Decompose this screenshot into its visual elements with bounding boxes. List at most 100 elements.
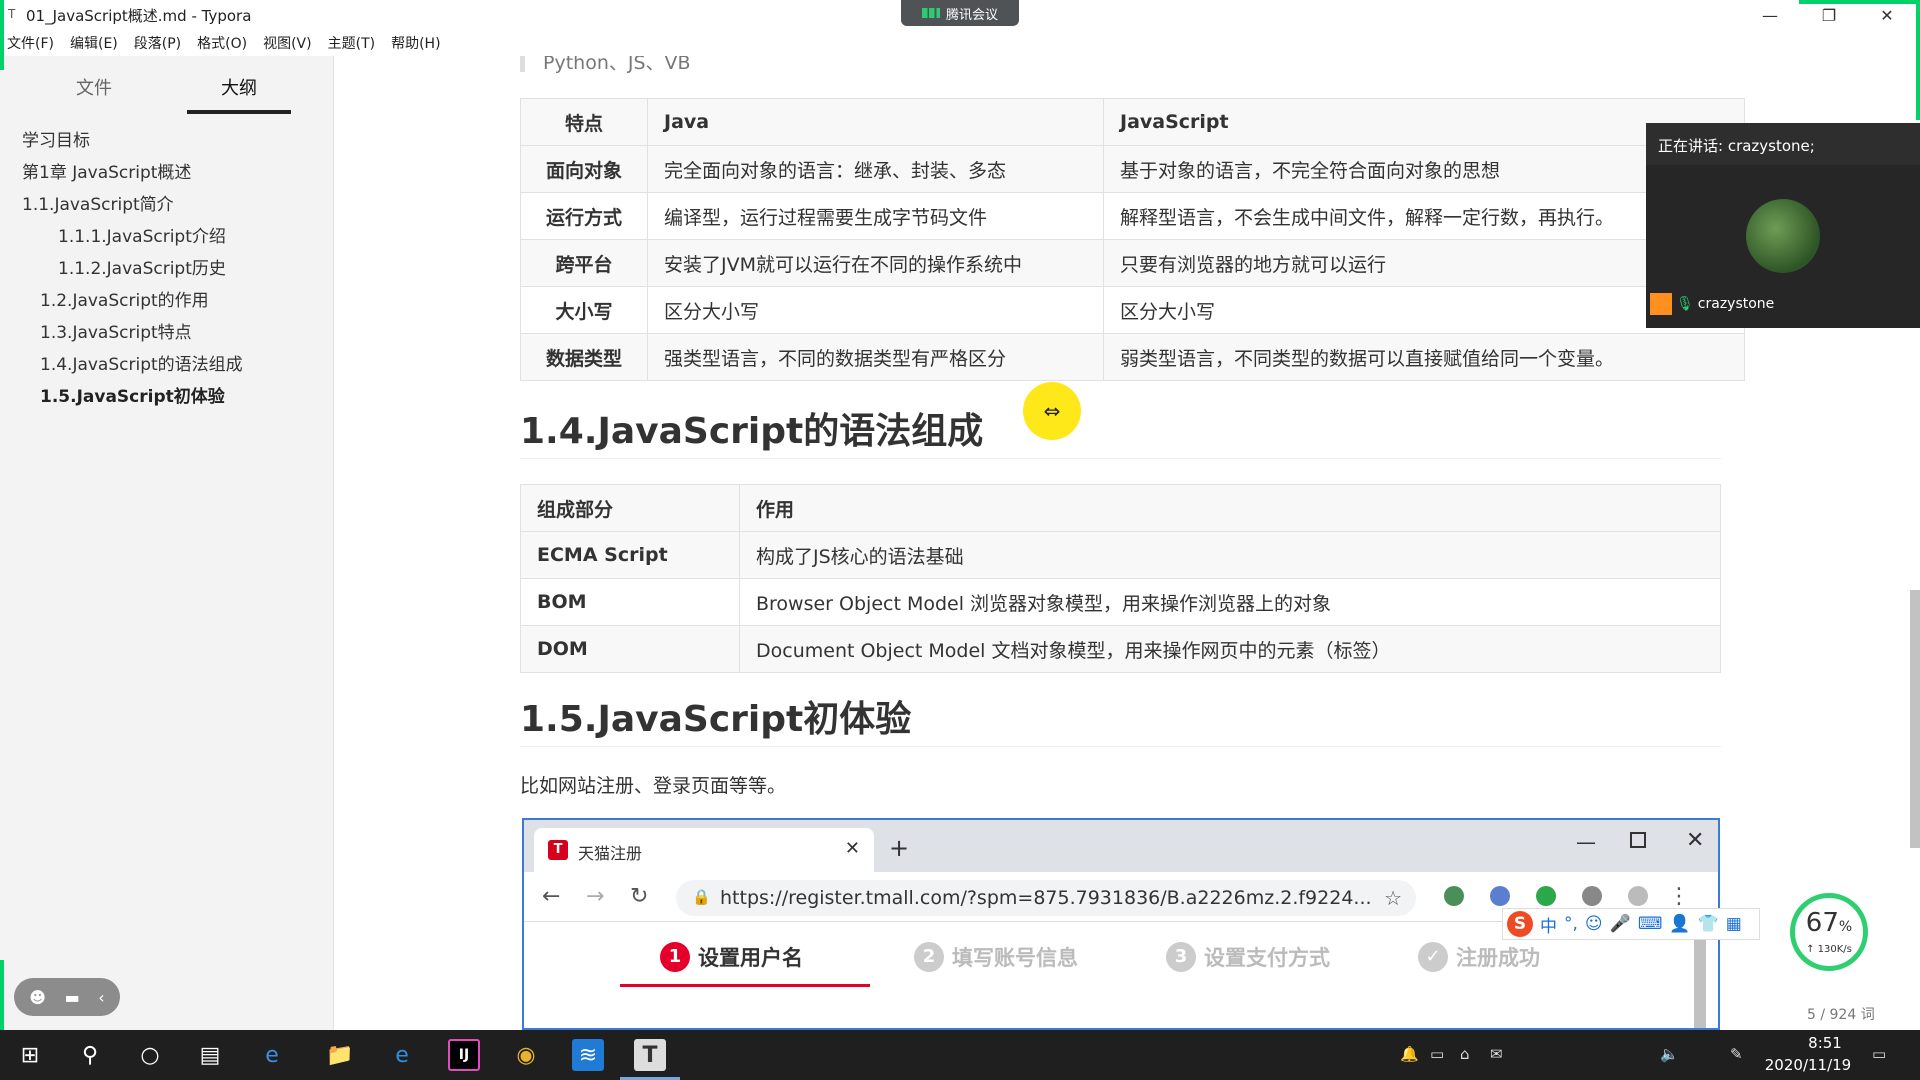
step-item: 1 设置用户名 (660, 942, 803, 972)
word-count[interactable]: 5 / 924 词 (1807, 1004, 1875, 1024)
cortana-icon[interactable]: ○ (134, 1039, 166, 1071)
ie-icon[interactable]: e (256, 1039, 288, 1071)
edge-icon[interactable]: e (386, 1039, 418, 1071)
step-label: 注册成功 (1456, 946, 1540, 970)
participant-label: 🎙 crazystone (1650, 293, 1774, 315)
tray-icon[interactable]: ⌂ (1460, 1045, 1470, 1063)
sogou-ime-icon[interactable]: S (1507, 911, 1533, 937)
tab-files[interactable]: 文件 (42, 74, 146, 110)
table-header: 组成部分 (520, 484, 740, 532)
table-header: 特点 (520, 98, 648, 146)
ime-mode-toggle[interactable]: 中 (1540, 912, 1557, 937)
table-cell: 面向对象 (520, 145, 648, 193)
share-frame-mark (0, 960, 4, 1030)
table-cell: DOM (520, 625, 740, 673)
chrome-icon[interactable]: ◉ (510, 1039, 542, 1071)
menu-view[interactable]: 视图(V) (263, 30, 318, 56)
step-number: 1 (660, 942, 690, 972)
outline-item[interactable]: 学习目标 (22, 126, 90, 151)
clock-time[interactable]: 8:51 (1790, 1034, 1860, 1052)
table-cell: BOM (520, 578, 740, 626)
table-cell: 运行方式 (520, 192, 648, 240)
outline-item[interactable]: 1.1.1.JavaScript介绍 (58, 222, 226, 247)
tray-icon[interactable]: ✉ (1490, 1045, 1503, 1063)
participant-avatar-icon (1650, 293, 1672, 315)
meeting-video-panel[interactable]: 正在讲话: crazystone; 🎙 crazystone (1646, 123, 1920, 328)
network-speed-widget[interactable]: 67% ↑ 130K/s (1790, 893, 1868, 971)
floating-toolbar[interactable]: ☻ ▬ ‹ (14, 978, 120, 1016)
file-explorer-icon[interactable]: 📁 (324, 1039, 356, 1071)
outline-item[interactable]: 1.1.JavaScript简介 (22, 190, 174, 215)
outline-item[interactable]: 第1章 JavaScript概述 (22, 158, 191, 183)
meeting-indicator[interactable]: 腾讯会议 (901, 0, 1019, 26)
keyboard-icon[interactable]: ▬ (65, 988, 80, 1007)
step-label: 设置用户名 (698, 946, 803, 970)
table-cell: 安装了JVM就可以运行在不同的操作系统中 (647, 239, 1104, 287)
intellij-icon[interactable]: IJ (448, 1039, 480, 1071)
table-cell: 跨平台 (520, 239, 648, 287)
outline-item[interactable]: 1.3.JavaScript特点 (40, 318, 192, 343)
minimize-button[interactable]: — (1747, 0, 1793, 30)
table-cell: 编译型，运行过程需要生成字节码文件 (647, 192, 1104, 240)
browser-tab-title: 天猫注册 (578, 844, 643, 863)
keyboard-icon[interactable]: ⌨ (1638, 914, 1663, 934)
step-number: 3 (1166, 942, 1196, 972)
toolbox-icon[interactable]: ▦ (1726, 914, 1742, 934)
user-icon[interactable]: 👤 (1669, 914, 1690, 934)
tmall-favicon-icon: T (548, 840, 568, 860)
collapse-arrow-icon[interactable]: ‹ (98, 988, 104, 1007)
typora-icon[interactable]: T (634, 1039, 666, 1071)
menu-icon: ⋮ (1668, 884, 1690, 909)
outline-item[interactable]: 1.2.JavaScript的作用 (40, 286, 209, 311)
tray-icon[interactable]: 🔔 (1400, 1045, 1419, 1063)
table-header: Java (647, 98, 1104, 146)
clock-date[interactable]: 2020/11/19 (1756, 1056, 1860, 1074)
tray-icon[interactable]: ▭ (1430, 1045, 1444, 1063)
emoji-icon[interactable]: ☺ (1585, 914, 1603, 934)
menu-theme[interactable]: 主题(T) (328, 30, 381, 56)
meeting-app-icon[interactable]: ≋ (572, 1039, 604, 1071)
heading-syntax[interactable]: 1.4.JavaScript的语法组成 (520, 402, 983, 454)
table-cell: Browser Object Model 浏览器对象模型，用来操作浏览器上的对象 (739, 578, 1721, 626)
outline-item[interactable]: 1.1.2.JavaScript历史 (58, 254, 226, 279)
resize-cursor-icon: ⇔ (1043, 399, 1061, 423)
step-item: ✓ 注册成功 (1418, 942, 1540, 972)
notification-icon[interactable]: ▭ (1872, 1045, 1886, 1063)
task-view-icon[interactable]: ▤ (194, 1039, 226, 1071)
restore-button[interactable]: ❐ (1806, 0, 1852, 30)
start-icon[interactable]: ⊞ (14, 1039, 46, 1071)
volume-icon[interactable]: 🔈 (1660, 1045, 1679, 1063)
skin-icon[interactable]: 👕 (1698, 914, 1719, 934)
extension-icon (1444, 886, 1464, 906)
heading-first-experience[interactable]: 1.5.JavaScript初体验 (520, 690, 911, 742)
menu-help[interactable]: 帮助(H) (391, 30, 446, 56)
java-vs-javascript-table[interactable]: 特点 Java JavaScript 面向对象 完全面向对象的语言：继承、封装、… (520, 98, 1745, 381)
speed-rate: ↑ 130K/s (1806, 944, 1852, 955)
table-cell: Document Object Model 文档对象模型，用来操作网页中的元素（… (739, 625, 1721, 673)
meeting-indicator-label: 腾讯会议 (945, 7, 998, 23)
outline-item-active[interactable]: 1.5.JavaScript初体验 (40, 382, 225, 407)
menu-format[interactable]: 格式(O) (197, 30, 253, 56)
voice-icon[interactable]: 🎤 (1610, 914, 1631, 934)
table-row: 跨平台 安装了JVM就可以运行在不同的操作系统中 只要有浏览器的地方就可以运行 (520, 239, 1745, 287)
outline-item[interactable]: 1.4.JavaScript的语法组成 (40, 350, 243, 375)
face-icon[interactable]: ☻ (29, 988, 46, 1007)
table-row: 数据类型 强类型语言，不同的数据类型有严格区分 弱类型语言，不同类型的数据可以直… (520, 333, 1745, 381)
heading-divider (520, 458, 1721, 459)
tab-outline[interactable]: 大纲 (187, 74, 291, 114)
pen-icon[interactable]: ✎ (1730, 1045, 1743, 1063)
ime-toolbar[interactable]: S 中 °, ☺ 🎤 ⌨ 👤 👕 ▦ (1502, 908, 1760, 940)
close-button[interactable]: ✕ (1864, 0, 1910, 30)
menu-paragraph[interactable]: 段落(P) (134, 30, 187, 56)
syntax-components-table[interactable]: 组成部分 作用 ECMA Script 构成了JS核心的语法基础 BOM Bro… (520, 484, 1721, 673)
forward-icon: → (586, 884, 605, 909)
new-tab-icon: + (889, 834, 910, 862)
editor-scrollbar[interactable] (1910, 590, 1920, 848)
punctuation-icon[interactable]: °, (1564, 914, 1578, 934)
back-icon: ← (542, 884, 561, 909)
search-icon[interactable]: ⚲ (74, 1039, 106, 1071)
paragraph[interactable]: 比如网站注册、登录页面等等。 (520, 771, 786, 798)
browser-scrollbar (1694, 930, 1706, 1028)
menu-file[interactable]: 文件(F) (7, 30, 60, 56)
menu-edit[interactable]: 编辑(E) (70, 30, 124, 56)
